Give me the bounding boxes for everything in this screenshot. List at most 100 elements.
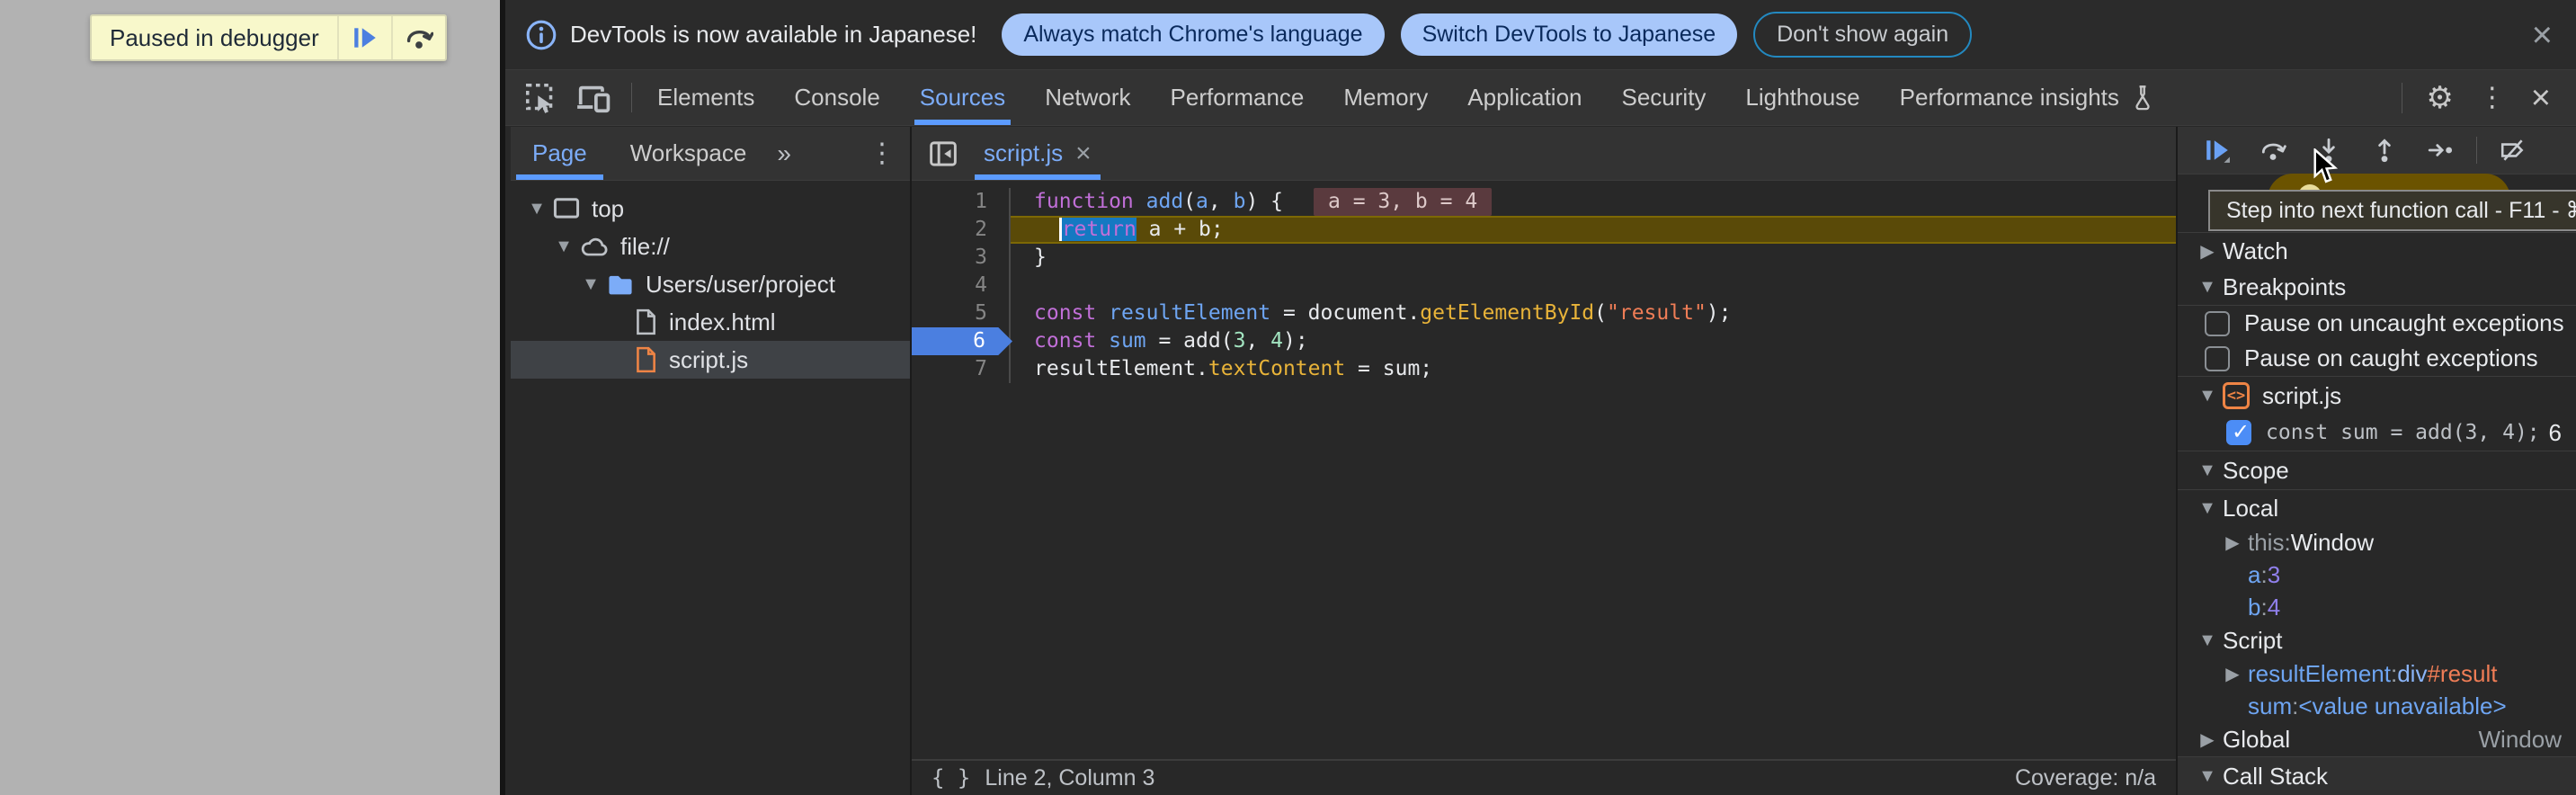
- coverage-status: Coverage: n/a: [2015, 765, 2156, 791]
- step-over-button-page[interactable]: [391, 16, 445, 59]
- watch-section-header[interactable]: ▶ Watch: [2178, 232, 2576, 269]
- tab-network[interactable]: Network: [1025, 70, 1150, 125]
- tabbar-divider: [631, 83, 632, 112]
- sources-panel: Page Workspace » ⋮ ▼ top ▼: [511, 127, 2576, 795]
- file-icon: [633, 346, 658, 373]
- resume-script-button[interactable]: [2194, 130, 2241, 170]
- pause-caught-exceptions-row[interactable]: Pause on caught exceptions: [2178, 341, 2576, 376]
- pretty-print-icon[interactable]: { }: [931, 765, 970, 791]
- tree-item-project-folder[interactable]: ▼ Users/user/project: [511, 265, 910, 303]
- gutter-line-1[interactable]: 1: [912, 188, 1011, 216]
- scope-sum-entry[interactable]: sum: <value unavailable>: [2178, 690, 2576, 722]
- scope-var-a[interactable]: a: 3: [2178, 558, 2576, 591]
- global-value: Window: [2479, 726, 2576, 754]
- step-out-button[interactable]: [2361, 130, 2408, 170]
- more-options-icon[interactable]: ⋮: [2470, 85, 2515, 112]
- chevron-down-icon[interactable]: ▼: [2192, 386, 2223, 406]
- gutter-line-7[interactable]: 7: [912, 355, 1011, 383]
- call-stack-section-header[interactable]: ▼ Call Stack: [2178, 756, 2576, 795]
- chevron-right-icon[interactable]: ▶: [2192, 240, 2223, 263]
- breakpoints-section-header[interactable]: ▼ Breakpoints: [2178, 269, 2576, 305]
- breakpoint-arrow[interactable]: 6: [912, 327, 1012, 355]
- resume-script-button[interactable]: [337, 16, 391, 59]
- chevron-right-icon[interactable]: ▶: [2192, 728, 2223, 751]
- tab-security[interactable]: Security: [1602, 70, 1726, 125]
- tab-memory[interactable]: Memory: [1324, 70, 1448, 125]
- device-toolbar-icon[interactable]: [575, 80, 611, 116]
- breakpoint-file-group[interactable]: ▼ <> script.js: [2178, 376, 2576, 415]
- scope-script-group[interactable]: ▼ Script: [2178, 623, 2576, 657]
- gutter-line-3[interactable]: 3: [912, 244, 1011, 272]
- breakpoint-entry[interactable]: const sum = add(3, 4); 6: [2178, 415, 2576, 451]
- scope-this-entry[interactable]: ▶ this: Window: [2178, 526, 2576, 558]
- deactivate-breakpoints-button[interactable]: [2490, 130, 2536, 170]
- chevron-down-icon[interactable]: ▼: [577, 274, 604, 295]
- scope-global-group[interactable]: ▶ Global Window: [2178, 722, 2576, 756]
- tab-application[interactable]: Application: [1448, 70, 1601, 125]
- tab-sources[interactable]: Sources: [900, 70, 1025, 125]
- pause-uncaught-exceptions-row[interactable]: Pause on uncaught exceptions: [2178, 305, 2576, 341]
- dont-show-again-button[interactable]: Don't show again: [1753, 12, 1972, 58]
- chevron-down-icon[interactable]: ▼: [550, 237, 577, 257]
- tab-console[interactable]: Console: [774, 70, 899, 125]
- code-line-1: 1 function add(a, b) {a = 3, b = 4: [912, 188, 2176, 216]
- settings-gear-icon[interactable]: ⚙: [2417, 83, 2462, 113]
- pause-uncaught-checkbox[interactable]: [2205, 311, 2230, 336]
- navigator-menu-icon[interactable]: ⋮: [854, 127, 910, 180]
- scope-var-b[interactable]: b: 4: [2178, 591, 2576, 623]
- chevron-down-icon[interactable]: ▼: [2192, 766, 2223, 787]
- pause-caught-checkbox[interactable]: [2205, 346, 2230, 371]
- editor-tabbar: script.js ×: [912, 127, 2176, 181]
- editor-tab-script-js[interactable]: script.js ×: [966, 127, 1110, 180]
- resume-icon: [352, 24, 379, 51]
- notification-close-icon[interactable]: ×: [2532, 17, 2553, 53]
- tab-performance[interactable]: Performance: [1151, 70, 1324, 125]
- scope-section-header[interactable]: ▼ Scope: [2178, 451, 2576, 489]
- folder-icon: [606, 271, 635, 298]
- tree-item-index-html[interactable]: index.html: [511, 303, 910, 341]
- more-tabs-icon[interactable]: »: [768, 127, 800, 180]
- code-line-4: 4: [912, 272, 2176, 299]
- step-button[interactable]: [2417, 130, 2464, 170]
- step-over-button[interactable]: [2250, 130, 2296, 170]
- chevron-down-icon[interactable]: ▼: [2192, 630, 2223, 651]
- tab-lighthouse[interactable]: Lighthouse: [1725, 70, 1879, 125]
- gutter-line-5[interactable]: 5: [912, 299, 1011, 327]
- step-into-button[interactable]: [2305, 130, 2352, 170]
- breakpoint-checkbox[interactable]: [2226, 420, 2251, 445]
- code-editor[interactable]: 1 function add(a, b) {a = 3, b = 4 2 ret…: [912, 181, 2176, 759]
- cloud-icon: [579, 233, 610, 260]
- tab-workspace[interactable]: Workspace: [614, 127, 763, 180]
- scope-local-group[interactable]: ▼ Local: [2178, 489, 2576, 526]
- chevron-right-icon[interactable]: ▶: [2217, 531, 2248, 554]
- code-line-3: 3 }: [912, 244, 2176, 272]
- tab-page[interactable]: Page: [516, 127, 603, 180]
- inspect-element-icon[interactable]: [523, 81, 557, 115]
- script-file-icon: <>: [2223, 382, 2250, 409]
- tree-item-top[interactable]: ▼ top: [511, 190, 910, 228]
- chevron-right-icon[interactable]: ▶: [2217, 663, 2248, 685]
- experiment-flask-icon: [2130, 85, 2155, 112]
- tree-item-file-protocol[interactable]: ▼ file://: [511, 228, 910, 265]
- gutter-line-4[interactable]: 4: [912, 272, 1011, 299]
- switch-to-japanese-button[interactable]: Switch DevTools to Japanese: [1401, 13, 1738, 56]
- chevron-down-icon[interactable]: ▼: [2192, 460, 2223, 481]
- editor-pane: script.js × 1 function add(a, b) {a = 3,…: [912, 127, 2176, 795]
- gutter-line-2[interactable]: 2: [912, 216, 1011, 244]
- info-icon: [525, 19, 557, 51]
- devtools-window: DevTools is now available in Japanese! A…: [500, 0, 2576, 795]
- close-tab-icon[interactable]: ×: [1075, 138, 1092, 169]
- hide-navigator-icon[interactable]: [912, 127, 966, 180]
- chevron-down-icon[interactable]: ▼: [523, 199, 550, 219]
- tab-performance-insights[interactable]: Performance insights: [1880, 70, 2175, 125]
- file-icon: [633, 308, 658, 335]
- chevron-down-icon[interactable]: ▼: [2192, 277, 2223, 298]
- chevron-down-icon[interactable]: ▼: [2192, 498, 2223, 519]
- close-devtools-icon[interactable]: ×: [2522, 81, 2560, 115]
- tree-item-script-js[interactable]: script.js: [511, 341, 910, 379]
- always-match-language-button[interactable]: Always match Chrome's language: [1002, 13, 1384, 56]
- scope-resultelement-entry[interactable]: ▶ resultElement: div#result: [2178, 657, 2576, 690]
- tab-elements[interactable]: Elements: [637, 70, 774, 125]
- debugger-sidebar: Step into next function call - F11 - ⌘ ;…: [2176, 127, 2576, 795]
- gutter-line-6[interactable]: 6: [912, 327, 1011, 355]
